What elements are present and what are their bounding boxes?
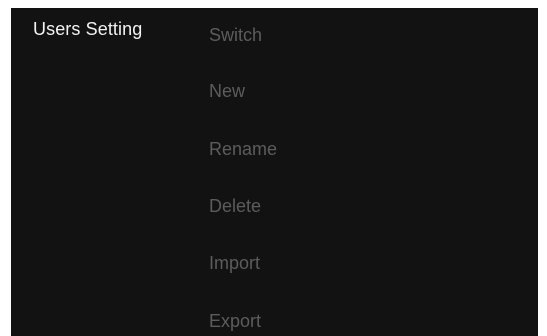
menu-item-import[interactable]: Import [209,248,260,278]
section-title: Users Setting [33,19,143,39]
menu-item-new[interactable]: New [209,76,245,106]
users-setting-panel: Users Setting Switch New Rename Delete I… [11,8,538,336]
menu-item-rename[interactable]: Rename [209,134,277,164]
menu-item-delete[interactable]: Delete [209,191,261,221]
menu-item-switch[interactable]: Switch [209,20,262,50]
menu-item-export[interactable]: Export [209,306,261,336]
users-menu: Switch New Rename Delete Import Export [209,8,409,336]
screen: Users Setting Switch New Rename Delete I… [0,0,547,336]
